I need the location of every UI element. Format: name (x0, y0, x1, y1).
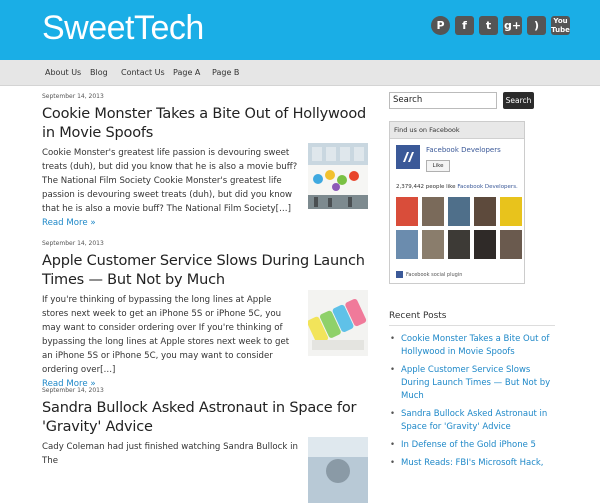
fan-avatar[interactable] (448, 197, 470, 226)
post-excerpt: If you're thinking of bypassing the long… (42, 295, 290, 375)
fan-avatar[interactable] (422, 197, 444, 226)
facebook-widget: Find us on Facebook Facebook Developers … (389, 121, 525, 284)
twitter-icon[interactable]: t (479, 16, 498, 35)
pinterest-icon[interactable]: P (431, 16, 450, 35)
facebook-page-name[interactable]: Facebook Developers (426, 146, 501, 154)
facebook-fan-faces (396, 197, 528, 263)
nav-about-us[interactable]: About Us (45, 60, 81, 85)
post-thumbnail-astronaut[interactable] (308, 437, 368, 503)
post-excerpt: Cady Coleman had just finished watching … (42, 442, 298, 466)
search-input[interactable]: Search (389, 92, 497, 109)
fan-avatar[interactable] (474, 197, 496, 226)
facebook-page-avatar[interactable] (396, 145, 420, 169)
recent-posts-heading: Recent Posts (389, 311, 447, 321)
fan-avatar[interactable] (422, 230, 444, 259)
post: September 14, 2013 Cookie Monster Takes … (42, 93, 368, 230)
fan-avatar[interactable] (474, 230, 496, 259)
post-thumbnail-iphones[interactable] (308, 290, 368, 356)
facebook-icon[interactable]: f (455, 16, 474, 35)
post-date: September 14, 2013 (42, 387, 104, 394)
post: September 14, 2013 Apple Customer Servic… (42, 240, 368, 391)
post-date: September 14, 2013 (42, 93, 104, 100)
social-icons: P f t g+ ) You Tube (431, 16, 575, 35)
fan-avatar[interactable] (396, 197, 418, 226)
recent-post-link[interactable]: In Defense of the Gold iPhone 5 (389, 439, 559, 452)
main-nav: About Us Blog Contact Us Page A Page B (0, 60, 600, 86)
facebook-like-button[interactable]: Like (426, 160, 450, 172)
facebook-plugin-footer: Facebook social plugin (396, 271, 462, 278)
nav-page-b[interactable]: Page B (212, 60, 239, 85)
fan-avatar[interactable] (448, 230, 470, 259)
post-title[interactable]: Cookie Monster Takes a Bite Out of Holly… (42, 105, 367, 143)
post-title[interactable]: Apple Customer Service Slows During Laun… (42, 252, 367, 290)
facebook-widget-heading: Find us on Facebook (390, 122, 524, 139)
google-plus-icon[interactable]: g+ (503, 16, 522, 35)
facebook-page-link[interactable]: Facebook Developers. (457, 184, 518, 190)
site-header: SweetTech P f t g+ ) You Tube (0, 0, 600, 60)
post-thumbnail-storefront[interactable] (308, 143, 368, 209)
rss-icon[interactable]: ) (527, 16, 546, 35)
recent-post-link[interactable]: Sandra Bullock Asked Astronaut in Space … (389, 408, 559, 434)
read-more-link[interactable]: Read More » (42, 216, 367, 230)
facebook-like-count-text: 2,379,442 people like (396, 184, 458, 190)
post-date: September 14, 2013 (42, 240, 104, 247)
nav-contact-us[interactable]: Contact Us (121, 60, 165, 85)
post: September 14, 2013 Sandra Bullock Asked … (42, 387, 368, 503)
recent-post-link[interactable]: Must Reads: FBI's Microsoft Hack, (389, 457, 559, 470)
fan-avatar[interactable] (500, 230, 522, 259)
fan-avatar[interactable] (396, 230, 418, 259)
facebook-like-count: 2,379,442 people like Facebook Developer… (396, 184, 518, 190)
post-excerpt: Cookie Monster's greatest life passion i… (42, 148, 298, 214)
nav-blog[interactable]: Blog (90, 60, 108, 85)
search-button[interactable]: Search (503, 92, 534, 109)
youtube-icon[interactable]: You Tube (551, 16, 570, 35)
facebook-icon (396, 271, 403, 278)
recent-posts-list: Cookie Monster Takes a Bite Out of Holly… (389, 333, 559, 475)
divider (389, 325, 555, 326)
site-title[interactable]: SweetTech (42, 8, 204, 48)
recent-post-link[interactable]: Apple Customer Service Slows During Laun… (389, 364, 559, 403)
recent-post-link[interactable]: Cookie Monster Takes a Bite Out of Holly… (389, 333, 559, 359)
nav-page-a[interactable]: Page A (173, 60, 200, 85)
facebook-plugin-label: Facebook social plugin (406, 272, 463, 278)
fan-avatar[interactable] (500, 197, 522, 226)
post-title[interactable]: Sandra Bullock Asked Astronaut in Space … (42, 399, 367, 437)
